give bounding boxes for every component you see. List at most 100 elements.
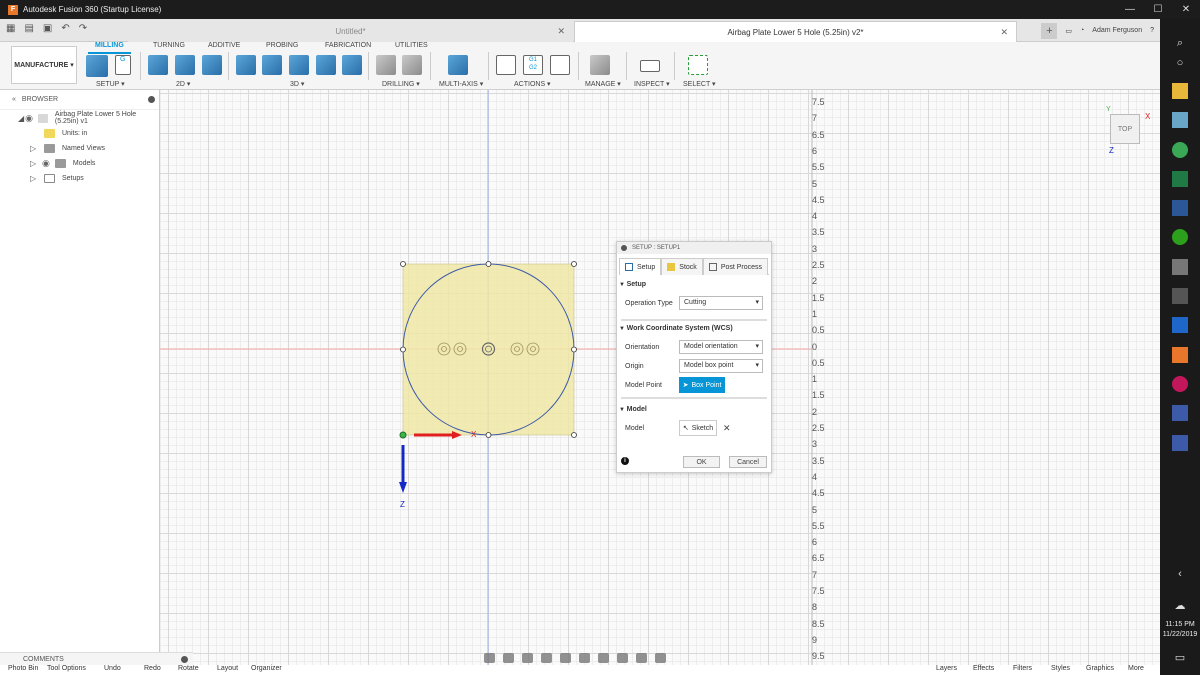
dialog-header[interactable]: SETUP : SETUP1 bbox=[617, 242, 771, 254]
display-settings-icon[interactable] bbox=[579, 653, 590, 663]
nc-program-icon[interactable]: G bbox=[115, 55, 131, 75]
cortana-icon[interactable]: ○ bbox=[1172, 55, 1188, 71]
bore-icon[interactable] bbox=[402, 55, 422, 75]
maximize-button[interactable]: ☐ bbox=[1144, 0, 1172, 19]
quickbooks-icon[interactable] bbox=[1172, 229, 1188, 245]
measure-icon[interactable] bbox=[640, 60, 660, 72]
visibility-eye-icon[interactable]: ◉ bbox=[42, 158, 50, 169]
tab-probing[interactable]: PROBING bbox=[266, 42, 298, 49]
multi-axis-icon[interactable] bbox=[448, 55, 468, 75]
app-icon[interactable] bbox=[1172, 112, 1188, 128]
app-icon[interactable] bbox=[1172, 259, 1188, 275]
section-setup[interactable]: Setup bbox=[619, 281, 769, 288]
expand-triangle-icon[interactable]: ▷ bbox=[30, 174, 38, 183]
close-button[interactable]: ✕ bbox=[1172, 0, 1200, 19]
close-tab-icon[interactable]: ✕ bbox=[557, 26, 565, 37]
2d-pocket-icon[interactable] bbox=[175, 55, 195, 75]
chrome-icon[interactable] bbox=[1172, 142, 1188, 158]
look-at-icon[interactable] bbox=[503, 653, 514, 663]
effects-button[interactable]: Effects bbox=[973, 665, 994, 672]
2d-adaptive-icon[interactable] bbox=[148, 55, 168, 75]
onedrive-icon[interactable]: ☁ bbox=[1172, 597, 1188, 613]
operation-type-select[interactable]: Cutting bbox=[679, 296, 763, 310]
browser-units-item[interactable]: Units: in bbox=[44, 126, 87, 140]
ok-button[interactable]: OK bbox=[683, 456, 720, 468]
parallel-icon[interactable] bbox=[289, 55, 309, 75]
info-icon[interactable]: i bbox=[621, 457, 629, 465]
notification-center-icon[interactable]: ▭ bbox=[1172, 649, 1188, 665]
tab-untitled[interactable]: Untitled* ✕ bbox=[128, 21, 573, 42]
tool-options-button[interactable]: Tool Options bbox=[47, 665, 86, 672]
organizer-button[interactable]: Organizer bbox=[251, 665, 282, 672]
browser-root-item[interactable]: ◢ ◉ Airbag Plate Lower 5 Hole (5.25in) v… bbox=[18, 111, 159, 125]
collapse-triangle-icon[interactable]: ◢ bbox=[18, 114, 25, 123]
excel-icon[interactable] bbox=[1172, 171, 1188, 187]
multi-axis-group-label[interactable]: MULTI-AXIS ▾ bbox=[439, 80, 483, 88]
browser-named-views-item[interactable]: ▷ Named Views bbox=[30, 141, 105, 155]
view-cube-face-top[interactable]: TOP bbox=[1118, 126, 1132, 133]
app-icon[interactable] bbox=[1172, 405, 1188, 421]
setup-group-label[interactable]: SETUP ▾ bbox=[96, 80, 125, 88]
styles-button[interactable]: Styles bbox=[1051, 665, 1070, 672]
tab-turning[interactable]: TURNING bbox=[153, 42, 185, 49]
fusion-taskbar-icon[interactable] bbox=[1172, 347, 1188, 363]
search-icon[interactable]: ⌕ bbox=[1172, 35, 1188, 51]
file-explorer-icon[interactable] bbox=[1172, 83, 1188, 99]
panel-options-icon[interactable] bbox=[148, 96, 155, 103]
undo-icon[interactable]: ↶ bbox=[61, 23, 69, 34]
post-process-icon[interactable]: G1 G2 bbox=[523, 55, 543, 75]
contour-icon[interactable] bbox=[316, 55, 336, 75]
minimize-button[interactable]: — bbox=[1116, 0, 1144, 19]
redo-icon[interactable]: ↷ bbox=[79, 23, 87, 34]
face-icon[interactable] bbox=[202, 55, 222, 75]
calculator-icon[interactable] bbox=[1172, 288, 1188, 304]
section-model[interactable]: Model bbox=[619, 406, 769, 413]
model-select-button[interactable]: ↖ Sketch bbox=[679, 420, 717, 436]
collapse-icon[interactable]: « bbox=[12, 96, 16, 103]
section-wcs[interactable]: Work Coordinate System (WCS) bbox=[619, 325, 769, 332]
comments-options-icon[interactable] bbox=[181, 656, 188, 663]
model-point-select-button[interactable]: ➤ Box Point bbox=[679, 377, 725, 393]
app-icon[interactable] bbox=[1172, 435, 1188, 451]
app-icon[interactable] bbox=[1172, 376, 1188, 392]
view-cube[interactable]: TOP bbox=[1110, 114, 1140, 144]
tab-stock[interactable]: Stock bbox=[661, 258, 703, 275]
drill-icon[interactable] bbox=[376, 55, 396, 75]
simulate-icon[interactable] bbox=[496, 55, 516, 75]
refresh-icon[interactable] bbox=[655, 653, 666, 663]
workspace-switcher[interactable]: MANUFACTURE ▾ bbox=[11, 46, 77, 84]
chevron-left-icon[interactable]: ‹ bbox=[1172, 566, 1188, 582]
actions-group-label[interactable]: ACTIONS ▾ bbox=[514, 80, 551, 88]
grid-settings-icon[interactable] bbox=[598, 653, 609, 663]
scallop-icon[interactable] bbox=[342, 55, 362, 75]
tab-setup[interactable]: Setup bbox=[619, 258, 662, 275]
3d-group-label[interactable]: 3D ▾ bbox=[290, 80, 304, 88]
browser-setups-item[interactable]: ▷ Setups bbox=[30, 171, 84, 185]
camera-icon[interactable] bbox=[636, 653, 647, 663]
graphics-button[interactable]: Graphics bbox=[1086, 665, 1114, 672]
browser-models-item[interactable]: ▷ ◉ Models bbox=[30, 156, 95, 170]
cancel-button[interactable]: Cancel bbox=[729, 456, 767, 468]
orbit-constrained-icon[interactable] bbox=[484, 653, 495, 663]
zoom-icon[interactable] bbox=[541, 653, 552, 663]
stock-box[interactable] bbox=[402, 263, 575, 436]
app-icon[interactable] bbox=[1172, 317, 1188, 333]
pocket-clearing-icon[interactable] bbox=[262, 55, 282, 75]
notification-icon[interactable]: ◔ bbox=[1080, 27, 1084, 34]
close-tab-icon[interactable]: ✕ bbox=[1000, 27, 1008, 38]
redo-button[interactable]: Redo bbox=[144, 665, 161, 672]
select-icon[interactable] bbox=[688, 55, 708, 75]
comments-panel[interactable]: COMMENTS bbox=[0, 652, 193, 665]
layers-button[interactable]: Layers bbox=[936, 665, 957, 672]
job-status-icon[interactable]: ▭ bbox=[1065, 27, 1072, 35]
tab-fabrication[interactable]: FABRICATION bbox=[325, 42, 371, 49]
undo-button[interactable]: Undo bbox=[104, 665, 121, 672]
tool-library-icon[interactable] bbox=[590, 55, 610, 75]
visibility-eye-icon[interactable]: ◉ bbox=[25, 113, 33, 124]
new-tab-button[interactable]: + bbox=[1041, 22, 1058, 39]
manage-group-label[interactable]: MANAGE ▾ bbox=[585, 80, 621, 88]
save-icon[interactable]: ▣ bbox=[43, 23, 52, 34]
dialog-options-icon[interactable] bbox=[621, 245, 627, 251]
wcs-origin-point[interactable] bbox=[399, 431, 407, 439]
user-name[interactable]: Adam Ferguson bbox=[1092, 27, 1142, 34]
